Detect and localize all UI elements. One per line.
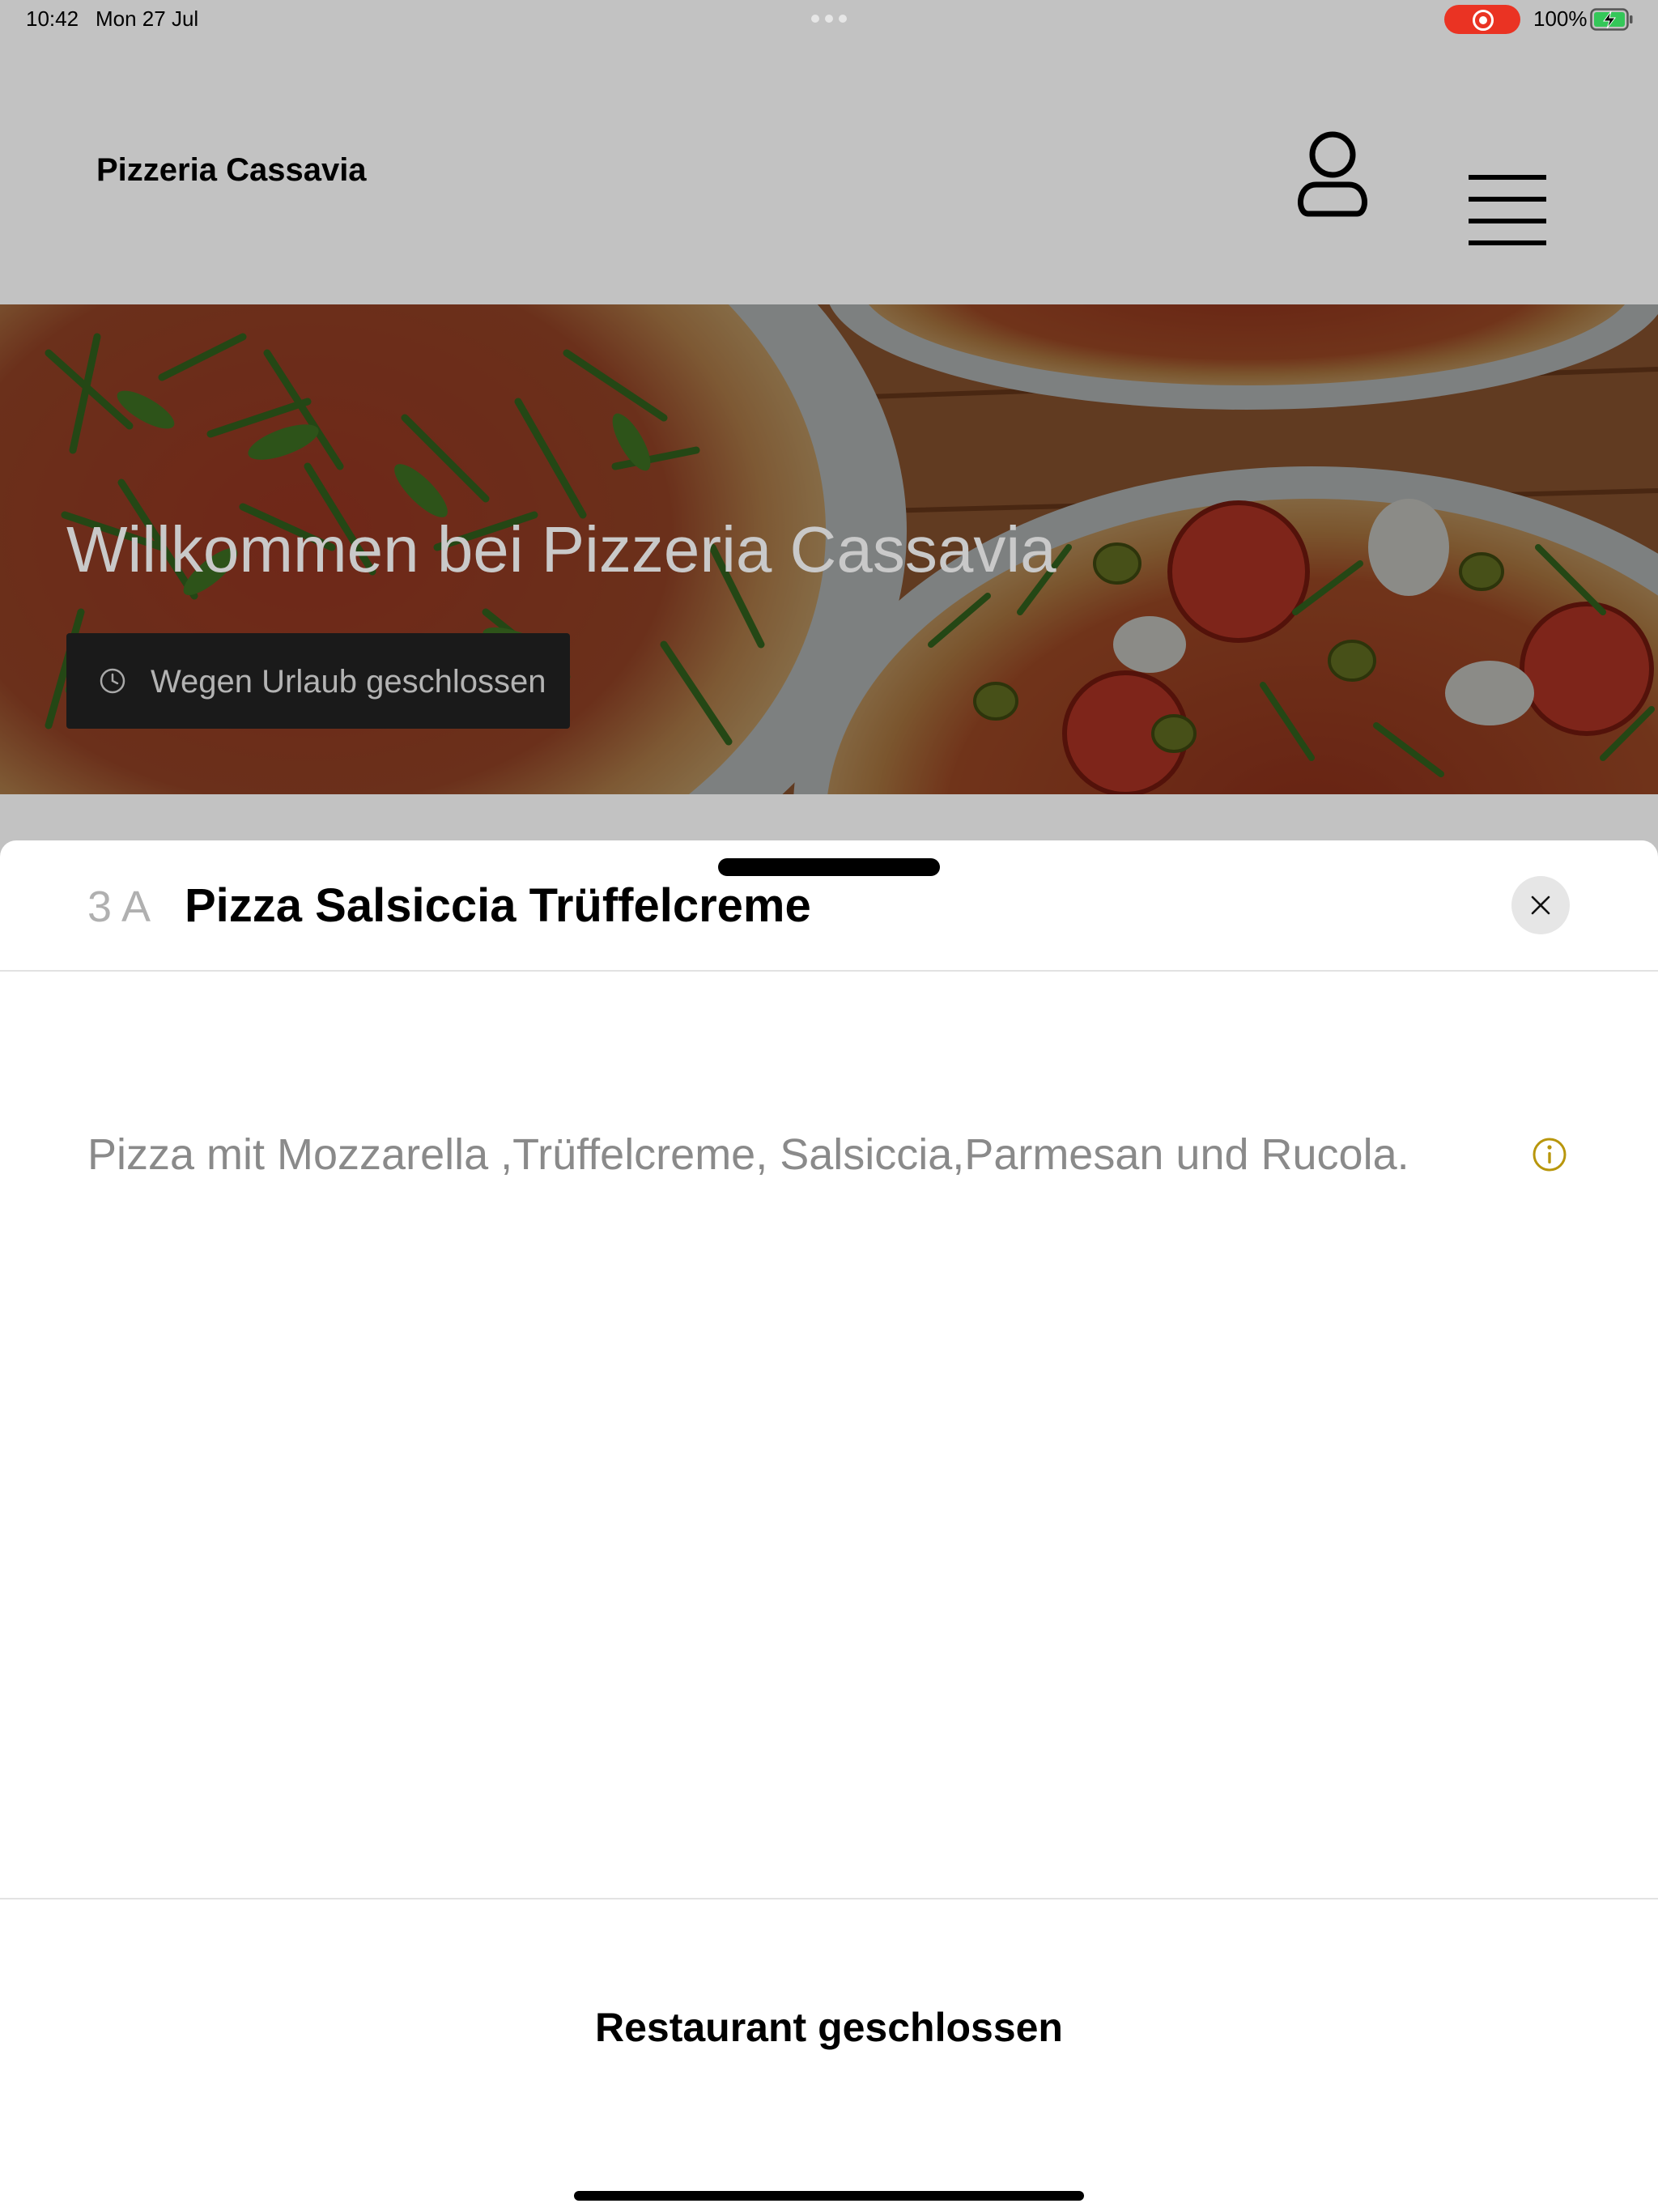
clock-icon <box>100 668 125 694</box>
status-bar: 10:42 Mon 27 Jul 100% <box>0 0 1658 39</box>
hero-banner: Willkommen bei Pizzeria Cassavia Wegen U… <box>0 304 1658 794</box>
item-description: Pizza mit Mozzarella ,Trüffelcreme, Sals… <box>87 1130 1409 1179</box>
close-button[interactable] <box>1511 876 1570 934</box>
item-detail-sheet: 3 A Pizza Salsiccia Trüffelcreme Pizza m… <box>0 840 1658 2212</box>
sheet-header-divider <box>0 970 1658 972</box>
status-time: 10:42 <box>26 6 79 31</box>
record-icon <box>1473 10 1494 31</box>
restaurant-closed-label: Restaurant geschlossen <box>595 2005 1063 2050</box>
restaurant-name[interactable]: Pizzeria Cassavia <box>96 151 367 189</box>
battery-charging-icon <box>1590 8 1633 31</box>
status-date: Mon 27 Jul <box>96 6 199 31</box>
hours-status-text: Wegen Urlaub geschlossen <box>151 664 546 700</box>
opening-hours-badge[interactable]: Wegen Urlaub geschlossen <box>66 633 570 729</box>
sheet-footer-divider <box>0 1898 1658 1899</box>
battery-percentage: 100% <box>1533 6 1588 31</box>
screen-recording-indicator[interactable] <box>1444 5 1520 34</box>
person-icon[interactable] <box>1292 125 1373 222</box>
item-name: Pizza Salsiccia Trüffelcreme <box>185 879 811 932</box>
home-indicator[interactable] <box>574 2191 1084 2201</box>
sheet-drag-handle[interactable] <box>718 858 940 876</box>
multitasking-dots-icon[interactable] <box>811 15 847 23</box>
hamburger-icon[interactable] <box>1467 173 1548 246</box>
info-icon[interactable] <box>1530 1135 1569 1174</box>
close-icon <box>1531 895 1550 915</box>
site-header: Pizzeria Cassavia <box>0 39 1658 304</box>
hero-title: Willkommen bei Pizzeria Cassavia <box>66 513 1056 585</box>
item-code: 3 A <box>87 883 151 931</box>
